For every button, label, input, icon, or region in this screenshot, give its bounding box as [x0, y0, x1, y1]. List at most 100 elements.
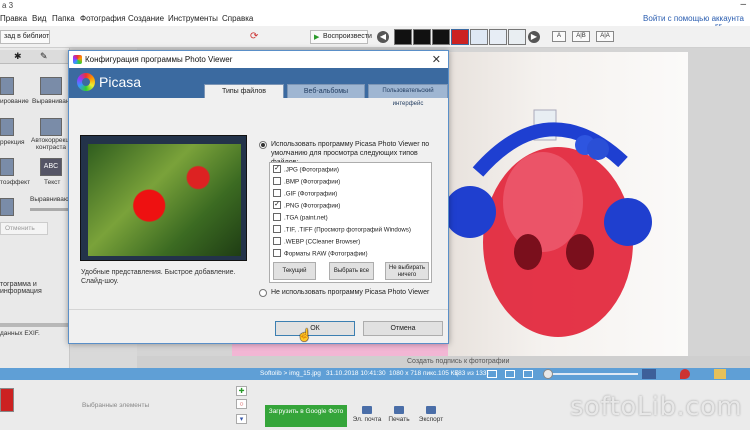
upload-google-photos-button[interactable]: Загрузить в Google Фото — [265, 405, 347, 427]
checkbox-webp[interactable] — [273, 237, 281, 245]
checkbox-tif[interactable] — [273, 225, 281, 233]
text-size-medium-button[interactable]: A|B — [572, 31, 590, 42]
list-item[interactable]: Форматы RAW (Фотографии) — [273, 249, 368, 261]
print-icon — [394, 406, 404, 414]
checkbox-raw[interactable] — [273, 249, 281, 257]
tray-thumbnail[interactable] — [0, 388, 14, 412]
zoom-slider[interactable] — [548, 373, 638, 375]
zoom-slider-handle[interactable] — [543, 369, 553, 379]
picasa-app-icon — [73, 55, 82, 64]
pink-background — [232, 342, 448, 356]
toolbar: зад в библиотеку ⟳ Воспроизвести ◀ ▶ A A… — [0, 26, 750, 48]
caption-placeholder[interactable]: Создать подпись к фотографии — [407, 358, 509, 365]
location-icon[interactable] — [680, 369, 690, 379]
view-mode-icon[interactable] — [487, 370, 497, 378]
straighten-tool-icon[interactable] — [40, 77, 62, 95]
do-not-use-viewer-radio[interactable] — [259, 289, 267, 297]
filmstrip-thumb[interactable] — [489, 29, 507, 45]
fill-light-tool-icon[interactable] — [0, 198, 14, 216]
tab-web-albums[interactable]: Веб-альбомы — [287, 84, 365, 98]
tab-user-interface[interactable]: Пользовательский интерфейс — [368, 84, 448, 107]
add-to-album-icon[interactable]: ▾ — [236, 414, 247, 424]
zoom-fit-icon[interactable] — [505, 370, 515, 378]
menu-folder[interactable]: Папка — [52, 14, 75, 23]
filmstrip-thumb[interactable] — [394, 29, 412, 45]
text-size-small-button[interactable]: A — [552, 31, 566, 42]
close-icon[interactable]: ✕ — [432, 53, 441, 66]
use-viewer-radio[interactable] — [259, 141, 267, 149]
text-tool-label: Текст — [44, 179, 61, 186]
text-tool-icon[interactable]: ABC — [40, 158, 62, 176]
menu-photo[interactable]: Фотография — [80, 14, 126, 23]
menu-tools[interactable]: Инструменты — [168, 14, 218, 23]
current-button[interactable]: Текущий — [273, 262, 316, 280]
sign-in-link[interactable]: Войти с помощью аккаунта — [643, 14, 744, 23]
checkbox-jpg[interactable]: ✓ — [273, 165, 281, 173]
list-item[interactable]: .WEBP (CCleaner Browser) — [273, 237, 360, 249]
tag-icon[interactable] — [714, 369, 726, 379]
straighten-slider[interactable] — [30, 208, 70, 211]
list-item[interactable]: .TGA (paint.net) — [273, 213, 328, 225]
checkbox-png[interactable]: ✓ — [273, 201, 281, 209]
menu-edit[interactable]: Правка — [0, 14, 27, 23]
slideshow-settings-icon[interactable]: ⟳ — [250, 31, 258, 42]
filmstrip-thumb[interactable] — [470, 29, 488, 45]
crop-tool-icon[interactable] — [0, 77, 14, 95]
list-item[interactable]: .GIF (Фотографии) — [273, 189, 337, 201]
filmstrip-thumb[interactable] — [432, 29, 450, 45]
minimize-icon[interactable]: – — [740, 0, 746, 10]
edit-panel: ✱ ✎ ирование Выравнивание ррекция Автоко… — [0, 48, 77, 368]
cancel-button[interactable]: Отмена — [363, 321, 443, 336]
export-icon — [426, 406, 436, 414]
people-icon[interactable] — [642, 369, 656, 379]
menu-create[interactable]: Создание — [128, 14, 164, 23]
checkbox-bmp[interactable] — [273, 177, 281, 185]
tab-file-types[interactable]: Типы файлов — [204, 84, 284, 98]
status-bar: Softolib > img_15.jpg 31.10.2018 10:41:3… — [0, 368, 750, 380]
play-slideshow-button[interactable]: Воспроизвести — [310, 30, 372, 44]
dialog-button-bar — [69, 309, 448, 310]
redeye-tool-icon[interactable] — [0, 118, 14, 136]
select-all-button[interactable]: Выбрать все — [329, 262, 374, 280]
main-photo[interactable] — [448, 52, 688, 356]
zoom-actual-icon[interactable] — [523, 370, 533, 378]
panel-tab-bar — [0, 50, 70, 64]
list-item[interactable]: ✓ .PNG (Фотографии) — [273, 201, 340, 213]
back-to-library-button[interactable]: зад в библиотеку — [0, 30, 50, 44]
list-item[interactable]: .BMP (Фотографии) — [273, 177, 340, 189]
checkbox-gif[interactable] — [273, 189, 281, 197]
status-index: (83 из 133) — [456, 370, 489, 377]
auto-contrast-tool-label: Автокоррекция контраста — [31, 137, 77, 151]
list-item[interactable]: .TIF, .TIFF (Просмотр фотографий Windows… — [273, 225, 411, 237]
histogram — [0, 323, 70, 327]
photo-effect-tool-icon[interactable] — [0, 158, 14, 176]
menu-view[interactable]: Вид — [32, 14, 46, 23]
filmstrip-thumb[interactable] — [508, 29, 526, 45]
next-icon[interactable]: ▶ — [528, 31, 540, 43]
filmstrip-thumb[interactable] — [413, 29, 431, 45]
email-button[interactable]: Эл. почта — [352, 406, 382, 423]
text-size-large-button[interactable]: A|A — [596, 31, 614, 42]
filmstrip-thumb-current[interactable] — [451, 29, 469, 45]
select-none-button[interactable]: Не выбирать ничего — [385, 262, 429, 280]
watermark: softoLib.com — [570, 392, 743, 422]
print-button[interactable]: Печать — [384, 406, 414, 423]
histogram-section-title: тограмма и информация — [0, 281, 42, 295]
auto-contrast-tool-icon[interactable] — [40, 118, 62, 136]
previous-icon[interactable]: ◀ — [377, 31, 389, 43]
effects-tab-icon[interactable]: ✱ — [14, 51, 22, 62]
window-title: a 3 — [2, 1, 14, 10]
caption-bar[interactable]: Создать подпись к фотографии — [137, 356, 750, 368]
do-not-use-viewer-label[interactable]: Не использовать программу Picasa Photo V… — [271, 288, 429, 297]
menu-help[interactable]: Справка — [222, 14, 253, 23]
hold-icon[interactable]: ✚ — [236, 386, 247, 396]
export-button[interactable]: Экспорт — [416, 406, 446, 423]
ok-button[interactable]: ОК — [275, 321, 355, 336]
list-item[interactable]: ✓ .JPG (Фотографии) — [273, 165, 339, 177]
cancel-edit-button[interactable]: Отменить — [0, 222, 48, 235]
preview-flower-image — [88, 144, 241, 256]
status-path: Softolib > img_15.jpg — [260, 370, 321, 377]
clear-icon[interactable]: ○ — [236, 399, 247, 409]
checkbox-tga[interactable] — [273, 213, 281, 221]
brush-tab-icon[interactable]: ✎ — [40, 51, 48, 62]
